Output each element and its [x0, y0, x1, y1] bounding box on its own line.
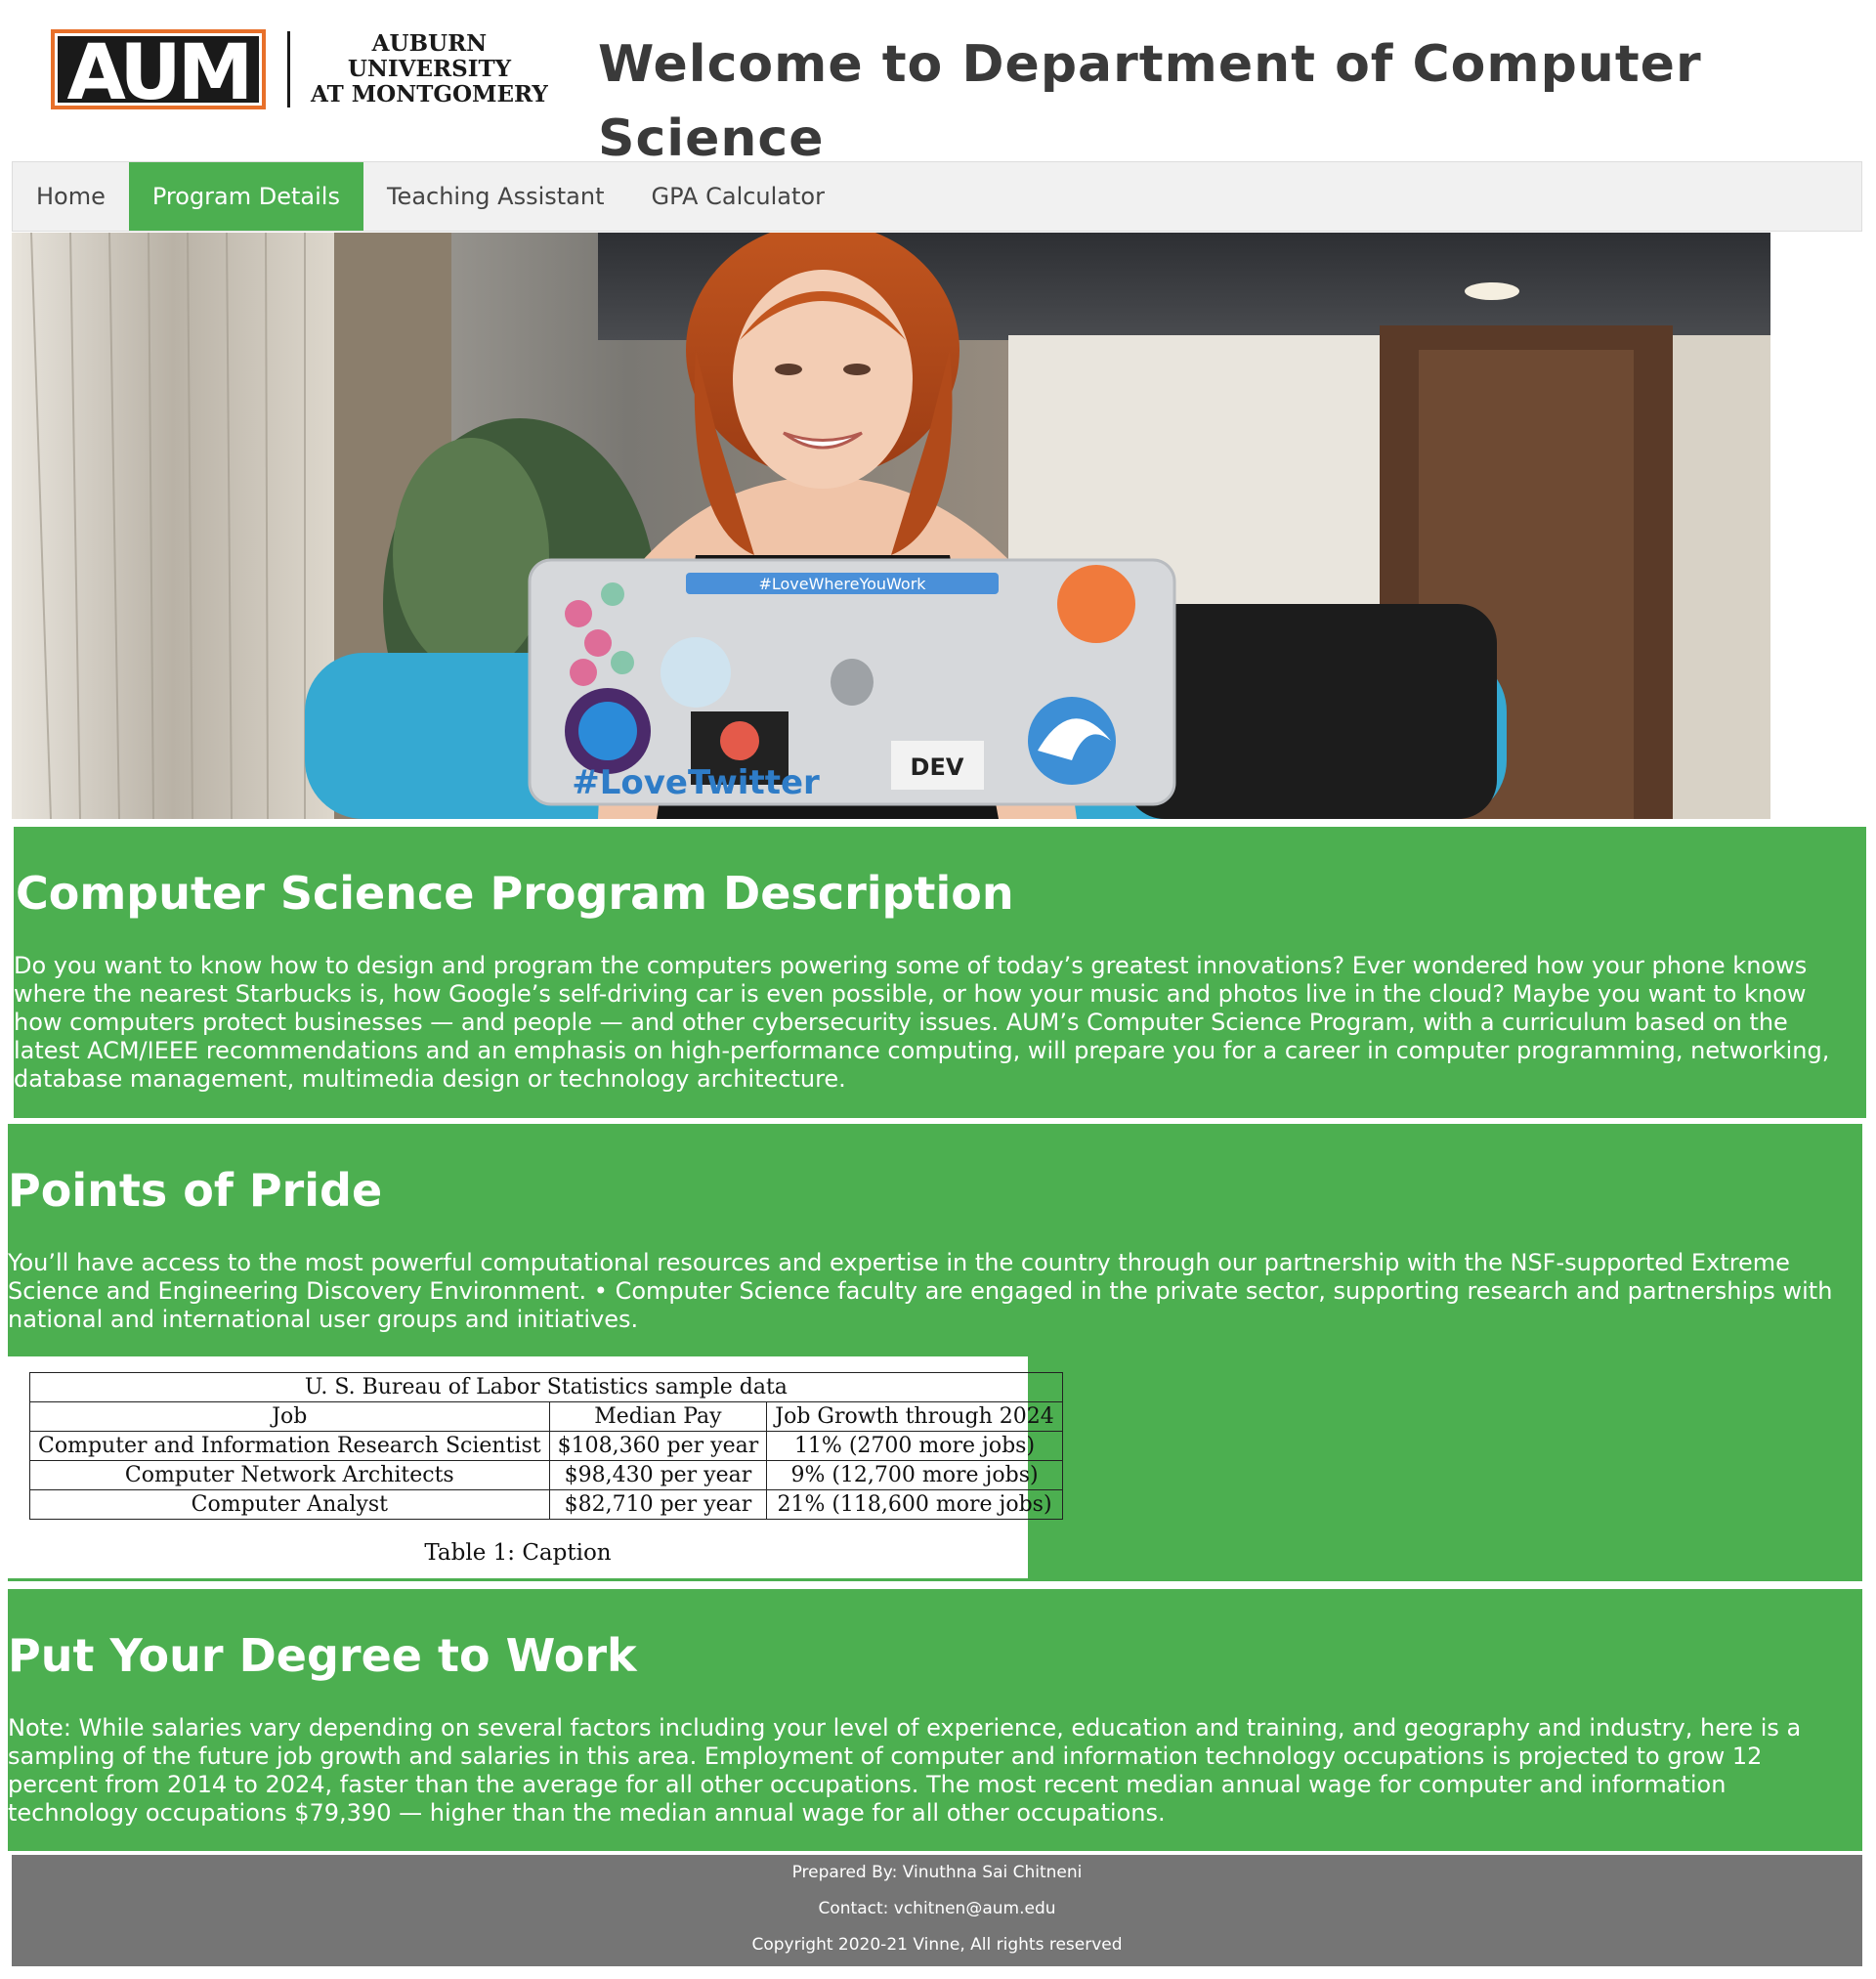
table-title: U. S. Bureau of Labor Statistics sample …: [29, 1372, 1063, 1402]
site-header: AUM AUBURN UNIVERSITY AT MONTGOMERY Welc…: [0, 0, 1876, 168]
table-row: Computer and Information Research Scient…: [29, 1431, 1063, 1461]
table-header-job: Job: [29, 1401, 550, 1432]
hashtag-sticker: #LoveWhereYouWork: [758, 575, 926, 593]
nav-item-teaching-assistant[interactable]: Teaching Assistant: [363, 162, 628, 231]
table-cell-job: Computer Analyst: [29, 1489, 550, 1520]
page-title: Welcome to Department of Computer Scienc…: [598, 35, 1702, 168]
logo-wordmark: AUBURN UNIVERSITY AT MONTGOMERY: [286, 30, 559, 108]
table-header-job-growth: Job Growth through 2024: [766, 1401, 1063, 1432]
table-cell-pay: $108,360 per year: [548, 1431, 768, 1461]
table-caption: Table 1: Caption: [424, 1540, 612, 1566]
logo-line-2: AT MONTGOMERY: [311, 81, 548, 108]
table-cell-growth: 21% (118,600 more jobs): [766, 1489, 1063, 1520]
points-of-pride-section: Points of Pride You’ll have access to th…: [8, 1124, 1862, 1581]
site-footer: Prepared By: Vinuthna Sai Chitneni Conta…: [12, 1855, 1862, 1966]
labor-stats-table-figure: U. S. Bureau of Labor Statistics sample …: [8, 1356, 1063, 1578]
nav-item-gpa-calculator[interactable]: GPA Calculator: [628, 162, 848, 231]
program-description-text: Do you want to know how to design and pr…: [14, 952, 1830, 1093]
degree-to-work-section: Put Your Degree to Work Note: While sala…: [8, 1589, 1862, 1851]
nav-item-program-details[interactable]: Program Details: [128, 162, 363, 231]
table-cell-pay: $82,710 per year: [548, 1489, 768, 1520]
hero-image: #LoveWhereYouWork DEV #LoveTwitter: [12, 233, 1770, 819]
points-of-pride-title: Points of Pride: [8, 1164, 383, 1217]
nav-item-home[interactable]: Home: [13, 162, 129, 231]
table-cell-pay: $98,430 per year: [548, 1460, 768, 1490]
footer-copyright: Copyright 2020-21 Vinne, All rights rese…: [751, 1935, 1123, 1955]
dev-sticker: DEV: [911, 753, 964, 781]
table-cell-growth: 11% (2700 more jobs): [766, 1431, 1063, 1461]
main-nav: Home Program Details Teaching Assistant …: [12, 161, 1862, 232]
table-cell-job: Computer and Information Research Scient…: [29, 1431, 550, 1461]
footer-prepared-by: Prepared By: Vinuthna Sai Chitneni: [791, 1863, 1083, 1882]
table-cell-growth: 9% (12,700 more jobs): [766, 1460, 1063, 1490]
table-cell-job: Computer Network Architects: [29, 1460, 550, 1490]
table-header-median-pay: Median Pay: [548, 1401, 768, 1432]
degree-to-work-title: Put Your Degree to Work: [8, 1629, 637, 1682]
degree-to-work-text: Note: While salaries vary depending on s…: [8, 1714, 1802, 1827]
table-row: Computer Network Architects $98,430 per …: [29, 1460, 1063, 1490]
points-of-pride-text: You’ll have access to the most powerful …: [8, 1249, 1833, 1333]
laptop-hashtag: #LoveTwitter: [572, 763, 820, 802]
program-description-title: Computer Science Program Description: [16, 867, 1014, 920]
logo-line-1: AUBURN UNIVERSITY: [347, 30, 512, 82]
program-description-section: Computer Science Program Description Do …: [14, 827, 1866, 1118]
table-row: Computer Analyst $82,710 per year 21% (1…: [29, 1489, 1063, 1520]
logo-mark: AUM: [51, 29, 266, 113]
aum-logo[interactable]: AUM AUBURN UNIVERSITY AT MONTGOMERY: [51, 27, 559, 113]
footer-contact[interactable]: Contact: vchitnen@aum.edu: [12, 1899, 1862, 1918]
hero-photo: #LoveWhereYouWork DEV #LoveTwitter: [12, 233, 1770, 819]
labor-stats-table: U. S. Bureau of Labor Statistics sample …: [29, 1372, 1063, 1520]
